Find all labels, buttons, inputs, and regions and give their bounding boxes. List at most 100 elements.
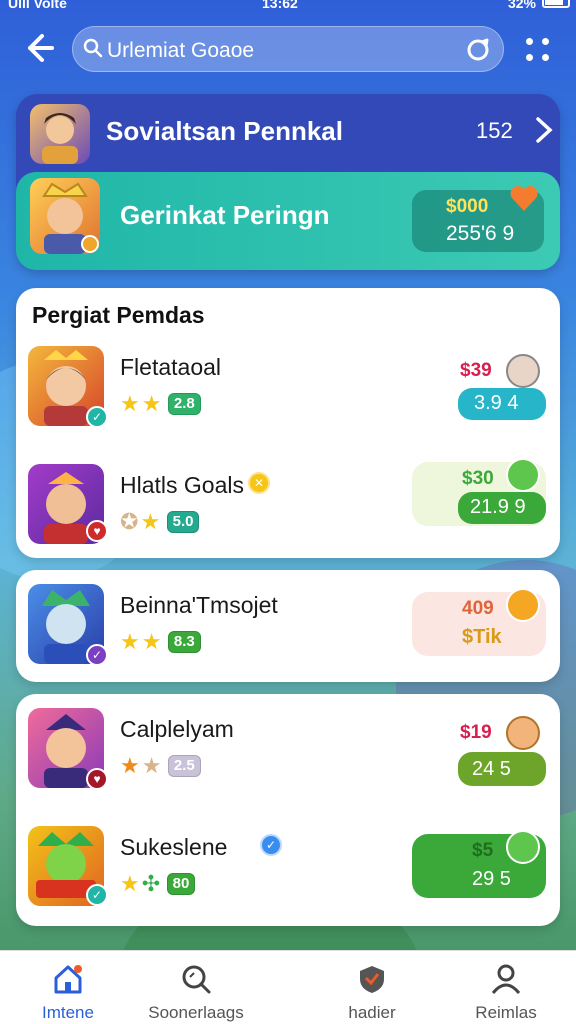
heart-badge-icon: ♥ [86,520,108,542]
check-icon [506,830,540,864]
rating-value: 5.0 [166,511,200,533]
status-bar: Ulll Volte 13:62 32% [0,0,576,14]
signal-indicator: Ulll Volte [8,0,67,11]
game-name: Sukeslene [120,834,228,860]
featured-card[interactable]: Sovialtsan Pennkal 152 Gerinkat Peringn … [16,94,560,270]
rating-stars: ✪★ 5.0 [120,509,200,536]
price-value: $30 [462,468,494,489]
verified-icon: ✓ [260,834,282,856]
nav-label: Imtene [42,1003,94,1022]
price-value: 409 [462,598,494,619]
profile-icon [491,964,521,994]
price-sub: 24 5 [472,758,511,780]
price-box[interactable]: 409 $Tik [412,588,546,656]
rating-stars: ★★ 8.3 [120,630,201,656]
search-query: Urlemiat Goaoe [107,39,255,62]
game-name: Fletataoal [120,354,222,380]
star-icon: ★ [120,753,140,778]
prize-box[interactable]: $000 255'6 9 [412,186,544,252]
search-icon [83,38,103,58]
back-arrow-icon [28,34,54,62]
chevron-right-icon[interactable] [534,116,554,149]
featured-tournament[interactable]: Gerinkat Peringn $000 255'6 9 [16,172,560,270]
star-icon: ★ [120,391,140,416]
game-list-card: Pergiat Pemdas ✓ Fletataoal ★★ 2.8 $39 3… [16,288,560,558]
rating-stars: ★✣ 80 [120,871,196,898]
clover-icon: ✣ [141,871,161,896]
rating-value: 2.8 [167,393,201,415]
nav-shield[interactable]: hadier [312,959,432,1022]
star-icon: ★ [141,629,162,654]
rating-stars: ★★ 2.8 [120,392,201,418]
list-item[interactable]: ♥ Hlatls Goals ✕ ✪★ 5.0 $30 21.9 9 [16,458,560,554]
grid-dot [542,38,549,45]
refresh-icon[interactable] [465,37,491,63]
featured-count: 152 [476,118,513,143]
gold-badge-icon: ✕ [248,472,270,494]
bottom-navigation: Imtene Soonerlaags hadier Reimlas [0,950,576,1024]
game-card[interactable]: ✓ Beinna'Tmsojet ★★ 8.3 409 $Tik [16,570,560,682]
rating-stars: ★★ 2.5 [120,754,201,780]
list-item[interactable]: ♥ Calplelyam ★★ 2.5 $19 24 5 [16,702,560,798]
price-value: $39 [460,360,492,381]
star-icon: ★ [141,391,162,416]
price-value: $19 [460,722,492,743]
featured-avatar [30,104,90,164]
section-title: Pergiat Pemdas [32,302,205,328]
check-icon [506,458,540,492]
nav-home[interactable]: Imtene [8,959,128,1022]
game-name: Calplelyam [120,716,234,742]
nav-label: Soonerlaags [148,1003,244,1022]
search-icon [182,965,211,994]
avatar-icon [506,354,540,388]
star-badge-icon [506,588,540,622]
heart-badge-icon: ♥ [86,768,108,790]
rating-value: 2.5 [167,755,201,777]
game-list-card: ♥ Calplelyam ★★ 2.5 $19 24 5 ✓ Sukeslene… [16,694,560,926]
price-box[interactable]: $39 3.9 4 [458,354,546,422]
price-sub: 29 5 [472,868,511,890]
price-box[interactable]: $5 29 5 [412,830,546,898]
prize-count: 255'6 9 [446,222,515,245]
shield-icon [360,966,384,993]
star-icon: ★ [120,629,140,654]
battery-percent: 32% [507,0,536,11]
featured-game-avatar [30,178,100,254]
avatar-icon [506,716,540,750]
list-item[interactable]: ✓ Beinna'Tmsojet ★★ 8.3 409 $Tik [16,578,560,674]
prize-amount: $000 [446,196,489,217]
price-sub: 21.9 9 [470,496,526,518]
star-icon: ★ [120,871,140,896]
nav-profile[interactable]: Reimlas [446,959,566,1022]
home-icon [54,965,82,994]
price-sub: 3.9 4 [474,392,519,414]
price-box[interactable]: $19 24 5 [458,716,546,786]
heart-icon [510,186,538,211]
game-name: Hlatls Goals [120,472,244,498]
game-name: Beinna'Tmsojet [120,592,278,618]
price-value: $5 [472,840,494,861]
nav-search[interactable]: Soonerlaags [136,959,256,1022]
featured-title: Sovialtsan Pennkal [106,116,343,146]
rating-value: 80 [166,873,196,895]
list-item[interactable]: ✓ Sukeslene ✓ ★✣ 80 $5 29 5 [16,820,560,916]
featured-header[interactable]: Sovialtsan Pennkal 152 [16,94,560,172]
star-half-icon: ★ [141,753,162,778]
grid-dot [542,54,549,61]
nav-label: Reimlas [475,1003,537,1022]
verified-badge-icon: ✓ [86,406,108,428]
battery-icon [542,0,570,8]
star-half-icon: ✪ [120,509,139,534]
back-button[interactable] [18,28,58,68]
rating-value: 8.3 [167,631,201,653]
search-input[interactable]: Urlemiat Goaoe [72,26,504,72]
grid-dot [526,38,533,45]
grid-menu-button[interactable] [522,34,554,66]
list-item[interactable]: ✓ Fletataoal ★★ 2.8 $39 3.9 4 [16,340,560,436]
top-bar: Urlemiat Goaoe [0,22,576,78]
badge-icon: ✓ [86,644,108,666]
grid-dot [526,54,533,61]
star-icon: ★ [140,509,161,534]
price-box[interactable]: $30 21.9 9 [412,458,546,526]
price-sub: $Tik [462,626,502,648]
